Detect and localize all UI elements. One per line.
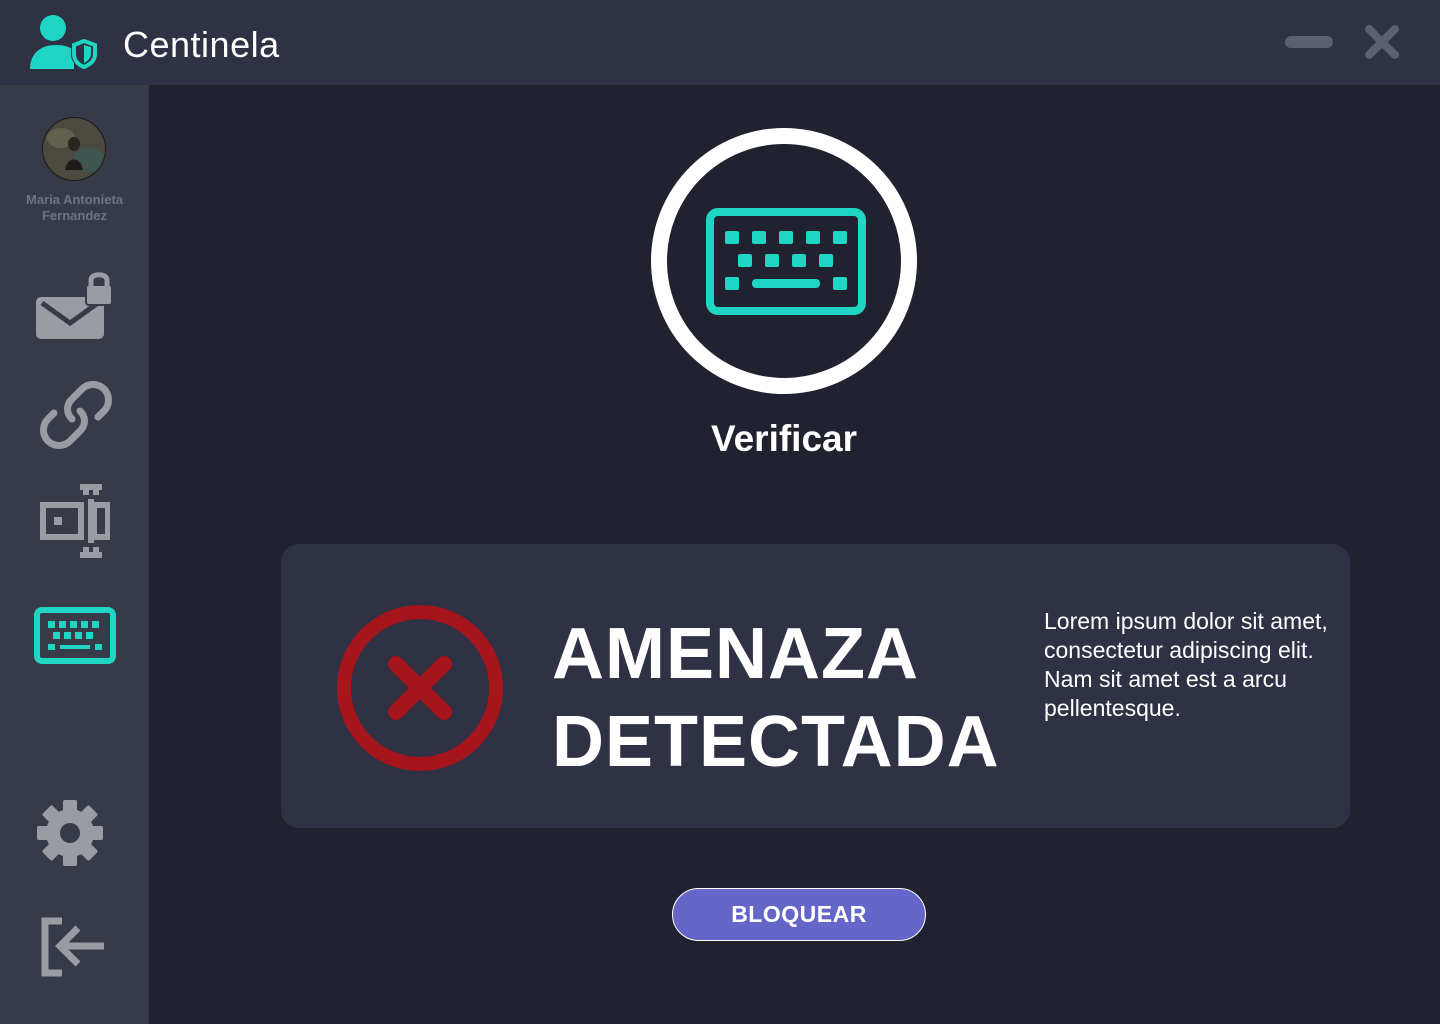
sidebar: Maria Antonieta Fernandez (0, 85, 149, 1024)
close-icon[interactable] (1364, 24, 1400, 60)
logout-icon[interactable] (40, 917, 108, 977)
user-shield-icon (30, 15, 98, 70)
gear-icon[interactable] (37, 800, 103, 866)
alert-description: Lorem ipsum dolor sit amet, consectetur … (1044, 608, 1328, 721)
verify-keyboard-icon (651, 128, 917, 394)
avatar-photo (43, 118, 105, 180)
minimize-button[interactable] (1285, 36, 1333, 48)
title-bar: Centinela (0, 0, 1440, 85)
text-cursor-icon[interactable] (40, 483, 110, 559)
app-title: Centinela (123, 24, 280, 65)
user-name: Maria Antonieta Fernandez (25, 192, 124, 223)
keyboard-icon[interactable] (34, 607, 116, 664)
verify-label: Verificar (710, 418, 858, 459)
mail-lock-icon[interactable] (36, 271, 112, 339)
avatar[interactable] (42, 117, 106, 181)
alert-title: AMENAZA DETECTADA (552, 610, 1032, 786)
alert-title-line2: DETECTADA (552, 702, 1000, 782)
alert-title-line1: AMENAZA (552, 614, 919, 694)
block-button[interactable]: BLOQUEAR (672, 888, 926, 941)
link-icon[interactable] (40, 379, 112, 451)
error-x-icon (337, 605, 503, 771)
